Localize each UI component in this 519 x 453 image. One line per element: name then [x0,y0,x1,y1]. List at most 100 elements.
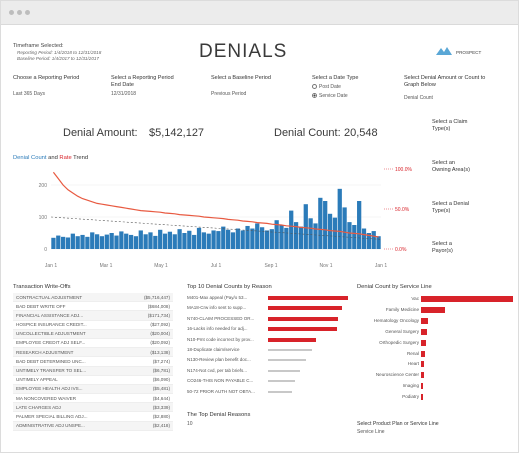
window-maximize-dot[interactable] [25,10,30,15]
table-row[interactable]: ADMINISTRATIVE ADJ UNSPE... ($2,418) [13,421,173,431]
window-minimize-dot[interactable] [17,10,22,15]
table-row[interactable]: UNCOLLECTIBLE ADJUSTMENT ($20,004) [13,329,173,339]
count-bar [318,197,323,249]
count-bar [167,231,173,249]
service-line-row[interactable]: General Surgery [347,327,419,338]
count-bar [65,237,71,249]
table-row[interactable]: FINANCIAL ASSISTANCE ADJ... ($171,734) [13,311,173,321]
payor-filter[interactable]: Select a Payor(s) [432,241,472,255]
count-bar [138,230,143,249]
service-line-row[interactable]: Heart [347,359,419,370]
x-tick-label: Mar 1 [100,263,113,269]
count-bar [298,226,304,249]
service-line-dropdown[interactable]: Service Line [357,429,385,435]
reason-row[interactable]: 50-72 PRIOR AUTH NOT OBTA... [187,388,352,397]
reason-row[interactable]: 18-Duplicate claim/service [187,346,352,355]
service-line-title: Denial Count by Service Line [357,284,432,290]
reason-row[interactable]: MA18-Crw info sent to supp... [187,304,352,313]
date-type-option-service[interactable]: Service Date [312,93,348,99]
denial-count-label: Denial Count: [274,127,341,139]
table-row[interactable]: PALMER SPECIAL BILLING ADJ... ($2,880) [13,412,173,422]
table-row[interactable]: BAD DEBT WRITE OFF ($684,008) [13,302,173,312]
count-bar [56,235,61,249]
count-bar [128,234,134,249]
reason-label: M401-Max appeal (Pay/o 53... [187,295,248,300]
service-line-row[interactable]: Podiatry [347,392,419,403]
trend-chart: 200 100 0 100.0% 50.0% 0.0% Jan 1 Mar 1 May 1 Jul… [39,167,413,269]
count-bar [196,227,202,249]
reason-row[interactable]: M401-Max appeal (Pay/o 53... [187,294,352,303]
reason-bar [268,327,337,332]
reason-row[interactable]: N740-CLAIM PROCESSED OR... [187,315,352,324]
count-bar [371,231,376,249]
table-row[interactable]: RESEARCH ADJUSTMENT ($13,138) [13,348,173,358]
reason-bar [268,337,316,342]
service-line-bar [421,350,425,357]
service-line-row[interactable]: Family Medicine [347,305,419,316]
table-row[interactable]: EMPLOYEE CREDIT ADJ SELF... ($20,092) [13,339,173,349]
window-titlebar [1,1,518,25]
count-bar [327,213,333,249]
reason-row[interactable]: N10-Pmt code incorrect by prov... [187,336,352,345]
table-row[interactable]: LATE CHARGES ADJ ($3,339) [13,403,173,413]
service-line-row[interactable]: Hematology Oncology [347,316,419,327]
service-line-row[interactable]: Vac [347,294,419,305]
count-bar [226,229,231,249]
service-line-row[interactable]: Renal [347,349,419,360]
reason-row[interactable]: N130-Review plan benefit doc... [187,356,352,365]
write-off-value: ($684,008) [147,303,170,309]
service-line-row[interactable]: Neuroscience Center [347,370,419,381]
table-row[interactable]: HOSPICE INSURANCE CREDIT... ($27,092) [13,321,173,330]
denial-type-filter[interactable]: Select a Denial Type(s) [432,201,472,215]
reason-label: CO246-THIS NON PAYABLE C... [187,378,254,384]
owning-area-filter[interactable]: Select an Owning Area(s) [432,160,472,174]
write-off-name: EMPLOYEE HEALTH ADJ IVS... [16,386,83,392]
service-line-row[interactable]: Orthopedic Surgery [347,338,419,349]
write-offs-table: CONTRACTUAL ADJUSTMENT ($5,716,447) BAD DE… [13,293,173,431]
count-bar [361,228,367,249]
write-off-value: ($27,092) [150,322,170,328]
window-close-dot[interactable] [9,10,14,15]
table-row[interactable]: UNTIMELY APPEAL ($6,090) [13,376,173,385]
table-row[interactable]: MA NONCOVERED WAIVER ($4,644) [13,394,173,404]
reason-label: 50-72 PRIOR AUTH NOT OBTA... [187,388,255,394]
service-line-row[interactable]: Imaging [347,381,419,392]
table-row[interactable]: EMPLOYEE HEALTH ADJ IVS... ($5,481) [13,384,173,395]
prospect-logo-icon: PROSPECT [436,47,481,55]
service-line-label: Neuroscience Center [375,372,419,378]
table-row[interactable]: BAD DEBT DETERMINED UNC... ($7,274) [13,357,173,367]
logo-text: PROSPECT [456,50,481,55]
count-bar [255,223,260,249]
top-reasons-count-input[interactable]: 10 [187,421,193,427]
prospect-logo: PROSPECT [436,44,516,62]
filter-baseline-dropdown[interactable]: Previous Period [211,91,246,97]
reason-row[interactable]: 16-Lacks info needed for adj... [187,325,352,334]
count-bar [313,223,318,249]
write-off-value: ($2,418) [152,423,170,429]
graph-select-label: Select Denial Amount or Count to Graph B… [404,75,486,88]
reason-label: 18-Duplicate claim/service [187,347,240,352]
count-bar [119,231,124,249]
top-reasons-footer-label: The Top Denial Reasons [187,412,251,418]
table-row[interactable]: UNTIMELY TRANSFER TO SEL... ($6,781) [13,366,173,376]
count-bar [148,232,153,249]
write-off-value: ($6,781) [152,368,170,373]
count-bar [352,225,357,249]
date-type-option-post[interactable]: Post Date [312,84,341,90]
count-bar [94,234,100,249]
filter-end-date-input[interactable]: 12/31/2018 [111,91,136,97]
write-off-name: CONTRACTUAL ADJUSTMENT [16,294,83,300]
reason-row[interactable]: N174-Not cvd, per tab briefs... [187,367,352,376]
write-off-value: ($5,481) [152,386,170,392]
reason-row[interactable]: CO246-THIS NON PAYABLE C... [187,377,352,386]
write-off-value: ($3,339) [152,404,170,410]
claim-type-filter[interactable]: Select a Claim Type(s) [432,119,472,133]
count-bar [99,236,105,249]
filter-reporting-period-dropdown[interactable]: Last 365 Days [13,91,45,97]
table-row[interactable]: CONTRACTUAL ADJUSTMENT ($5,716,447) [13,293,173,303]
filter-end-date-label: Select a Reporting Period End Date [111,75,174,88]
reason-label: N10-Pmt code incorrect by prov... [187,336,254,342]
service-line-bar [421,383,423,390]
count-bar [75,236,80,249]
graph-select-dropdown[interactable]: Denial Count [404,95,433,101]
